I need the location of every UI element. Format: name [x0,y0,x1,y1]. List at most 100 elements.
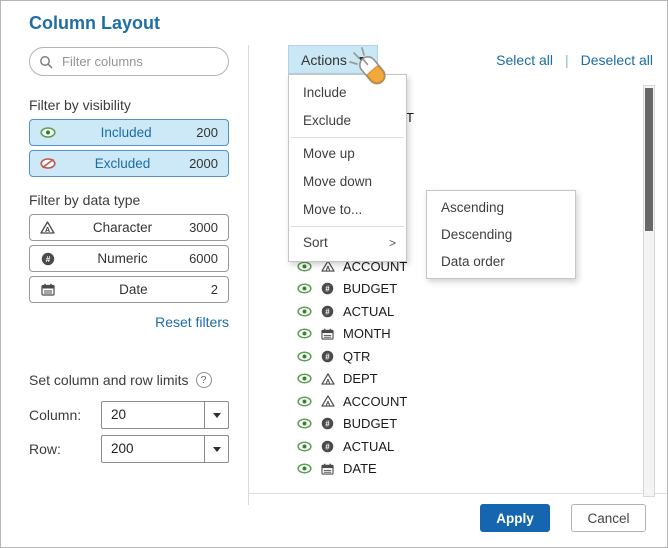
included-eye-icon [297,306,313,317]
excluded-filter-count: 2000 [189,156,218,171]
included-eye-icon [39,127,56,138]
menu-item-include[interactable]: Include [289,79,406,107]
scrollbar[interactable] [643,85,655,497]
character-filter-button[interactable]: A Character 3000 [29,214,229,241]
apply-button[interactable]: Apply [480,504,550,532]
actions-button-label: Actions [301,52,347,68]
included-eye-icon [297,261,313,272]
column-name: ACCOUNT [343,394,407,409]
link-separator: | [565,52,569,68]
included-eye-icon [297,328,313,339]
svg-text:A: A [325,401,330,408]
caret-down-icon [213,447,221,452]
deselect-all-link[interactable]: Deselect all [581,52,653,68]
menu-item-label: Data order [441,248,505,275]
page-title: Column Layout [29,13,160,34]
excluded-filter-label: Excluded [56,156,189,171]
cancel-button[interactable]: Cancel [571,504,646,532]
svg-text:A: A [325,378,330,385]
submenu-item-ascending[interactable]: Ascending [427,194,575,221]
menu-item-label: Sort [303,229,328,257]
svg-text:A: A [45,227,50,234]
table-row[interactable]: # QTR [297,345,407,368]
menu-item-label: Include [303,79,347,107]
table-row[interactable]: # BUDGET [297,413,407,436]
column-name: ACTUAL [343,439,394,454]
column-name: BUDGET [343,281,397,296]
numeric-type-icon: # [39,252,56,266]
included-eye-icon [297,441,313,452]
menu-item-move-down[interactable]: Move down [289,168,406,196]
svg-text:#: # [325,420,330,429]
table-row[interactable]: MONTH [297,323,407,346]
sort-submenu: Ascending Descending Data order [426,190,576,279]
column-limit-dropdown-arrow[interactable] [204,402,228,428]
row-limit-select[interactable]: 200 [101,435,229,463]
included-eye-icon [297,283,313,294]
svg-text:#: # [325,442,330,451]
column-name: QTR [343,349,370,364]
numeric-filter-count: 6000 [189,251,218,266]
column-name: BUDGET [343,416,397,431]
menu-item-label: Move up [303,140,355,168]
table-row[interactable]: A ACCOUNT [297,390,407,413]
included-filter-label: Included [56,125,196,140]
table-row[interactable]: # BUDGET [297,278,407,301]
svg-text:#: # [325,352,330,361]
included-filter-button[interactable]: Included 200 [29,119,229,146]
limits-label-text: Set column and row limits [29,372,189,388]
column-name: DEPT [343,371,378,386]
scrollbar-thumb[interactable] [645,88,653,231]
filter-columns-input[interactable] [29,47,229,76]
included-eye-icon [297,351,313,362]
column-limit-select[interactable]: 20 [101,401,229,429]
table-row[interactable]: A DEPT [297,368,407,391]
table-row[interactable]: # ACTUAL [297,300,407,323]
menu-item-move-to[interactable]: Move to... [289,196,406,224]
date-filter-button[interactable]: Date 2 [29,276,229,303]
numeric-filter-button[interactable]: # Numeric 6000 [29,245,229,272]
table-row[interactable]: # ACTUAL [297,435,407,458]
column-name: DATE [343,461,377,476]
included-eye-icon [297,418,313,429]
column-name: MONTH [343,326,391,341]
included-filter-count: 200 [196,125,218,140]
menu-item-label: Move to... [303,196,362,224]
date-type-icon [320,463,335,475]
column-layout-dialog: Column Layout Filter by visibility Inclu… [0,0,668,548]
menu-divider [291,137,404,138]
submenu-item-data-order[interactable]: Data order [427,248,575,275]
caret-down-icon [358,57,366,62]
included-eye-icon [297,463,313,474]
limits-section-label: Set column and row limits ? [29,372,212,388]
table-row[interactable]: DATE [297,458,407,481]
excluded-filter-button[interactable]: Excluded 2000 [29,150,229,177]
svg-text:#: # [325,285,330,294]
menu-item-sort[interactable]: Sort > [289,229,406,257]
row-limit-value: 200 [111,436,134,462]
menu-item-label: Ascending [441,194,504,221]
actions-dropdown-button[interactable]: Actions [288,45,378,74]
row-limit-dropdown-arrow[interactable] [204,436,228,462]
menu-item-exclude[interactable]: Exclude [289,107,406,135]
menu-item-move-up[interactable]: Move up [289,140,406,168]
svg-text:A: A [325,266,330,273]
caret-down-icon [213,413,221,418]
date-filter-count: 2 [211,282,218,297]
menu-item-label: Exclude [303,107,351,135]
help-icon[interactable]: ? [196,372,212,388]
numeric-type-icon: # [320,440,335,453]
select-all-link[interactable]: Select all [496,52,553,68]
selection-links: Select all | Deselect all [496,52,653,68]
reset-filters-link[interactable]: Reset filters [29,314,229,330]
panel-divider [248,45,249,505]
submenu-item-descending[interactable]: Descending [427,221,575,248]
column-list-partial-item[interactable]: T [406,110,414,125]
actions-menu: Include Exclude Move up Move down Move t… [288,74,407,262]
character-filter-label: Character [56,220,189,235]
filter-by-data-type-label: Filter by data type [29,192,140,208]
numeric-type-icon: # [320,350,335,363]
included-eye-icon [297,373,313,384]
numeric-type-icon: # [320,417,335,430]
column-list: A ACCOUNT # BUDGET # ACTUAL MONTH # QTR … [297,255,407,480]
